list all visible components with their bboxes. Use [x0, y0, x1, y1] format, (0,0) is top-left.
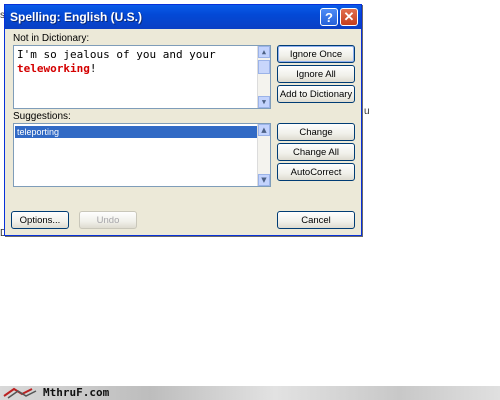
- scroll-thumb[interactable]: [258, 60, 270, 74]
- title-bar[interactable]: Spelling: English (U.S.) ? ✕: [5, 5, 361, 29]
- change-button[interactable]: Change: [277, 123, 355, 141]
- suggestion-item[interactable]: teleporting: [15, 126, 259, 138]
- change-all-button[interactable]: Change All: [277, 143, 355, 161]
- scroll-up-icon[interactable]: ▲: [258, 46, 270, 58]
- site-watermark: MthruF.com: [43, 386, 110, 399]
- scroll-up-icon[interactable]: ▲: [258, 124, 270, 136]
- sentence-text: I'm so jealous of you and your: [17, 48, 216, 61]
- dialog-title: Spelling: English (U.S.): [10, 10, 142, 24]
- flagged-word[interactable]: teleworking: [17, 62, 90, 75]
- autocorrect-button[interactable]: AutoCorrect: [277, 163, 355, 181]
- spelling-dialog: Spelling: English (U.S.) ? ✕ Not in Dict…: [4, 4, 362, 236]
- vertical-scrollbar[interactable]: ▲ ▼: [257, 46, 270, 108]
- close-icon: ✕: [343, 9, 355, 24]
- ignore-once-button[interactable]: Ignore Once: [277, 45, 355, 63]
- suggestions-list[interactable]: teleporting ▲ ▼: [13, 123, 271, 187]
- close-button[interactable]: ✕: [340, 8, 358, 26]
- suggestions-scrollbar[interactable]: ▲ ▼: [257, 124, 270, 186]
- paperclip-logo-icon: [3, 387, 37, 399]
- scroll-down-icon[interactable]: ▼: [258, 174, 270, 186]
- options-button[interactable]: Options...: [11, 211, 69, 229]
- not-in-dictionary-label: Not in Dictionary:: [13, 33, 90, 44]
- add-to-dictionary-button[interactable]: Add to Dictionary: [277, 85, 355, 103]
- help-button[interactable]: ?: [320, 8, 338, 26]
- scroll-down-icon[interactable]: ▼: [258, 96, 270, 108]
- not-in-dictionary-textbox[interactable]: I'm so jealous of you and your teleworki…: [13, 45, 271, 109]
- cancel-button[interactable]: Cancel: [277, 211, 355, 229]
- undo-button: Undo: [79, 211, 137, 229]
- suggestions-label: Suggestions:: [13, 111, 71, 122]
- background-doc-text: u: [364, 106, 370, 117]
- help-icon: ?: [325, 9, 333, 25]
- sentence-end: !: [89, 62, 97, 75]
- ignore-all-button[interactable]: Ignore All: [277, 65, 355, 83]
